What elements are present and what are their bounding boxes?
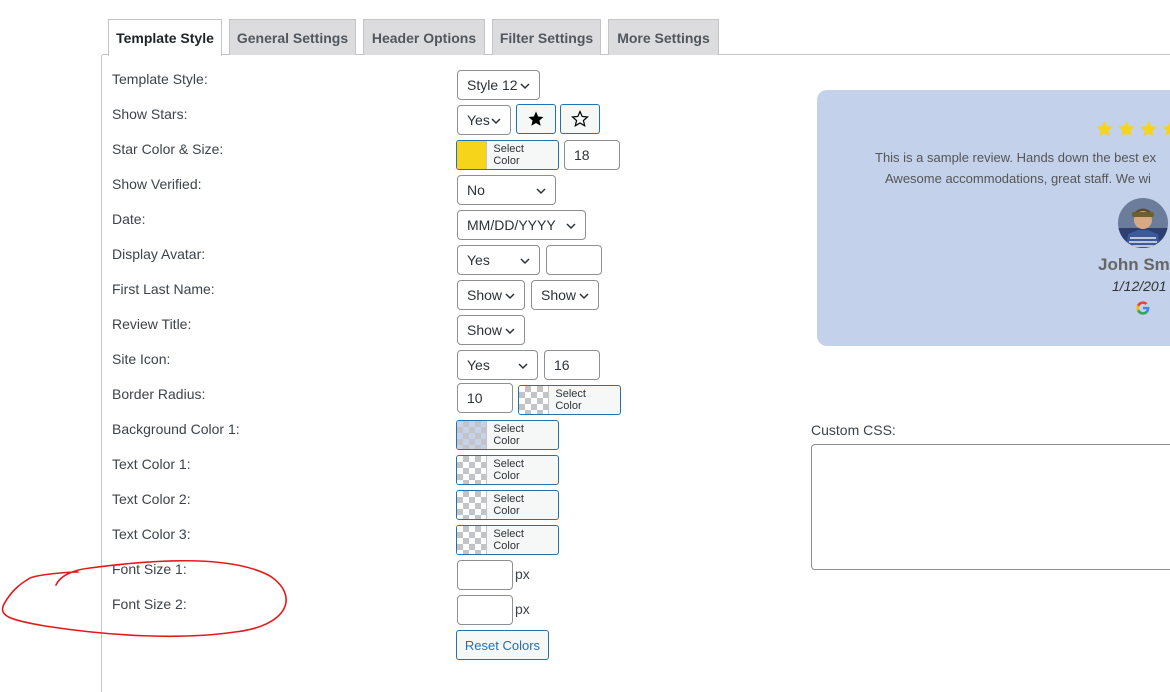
chevron-down-icon	[536, 188, 546, 195]
site-icon-size-input[interactable]: 16	[544, 350, 600, 380]
label-date: Date:	[112, 211, 146, 227]
tab-template-style[interactable]: Template Style	[108, 19, 222, 56]
star-filled-icon	[528, 111, 544, 126]
custom-css-textarea[interactable]	[811, 444, 1170, 570]
star-color-picker[interactable]: Select Color	[456, 140, 559, 170]
chevron-down-icon	[505, 293, 515, 300]
px-unit-label: px	[515, 566, 530, 582]
font-size-1-input[interactable]	[457, 560, 513, 590]
show-verified-value: No	[467, 182, 485, 198]
label-text-color-2: Text Color 2:	[112, 491, 191, 507]
star-icon	[1118, 120, 1135, 137]
label-site-icon: Site Icon:	[112, 351, 171, 367]
select-color-label: Select Color	[493, 458, 524, 482]
star-outline-icon	[571, 110, 589, 127]
review-preview-card: This is a sample review. Hands down the …	[817, 90, 1170, 346]
select-color-label: Select Color	[555, 388, 586, 412]
tab-general-settings[interactable]: General Settings	[229, 19, 356, 55]
template-style-value: Style 12	[467, 77, 518, 93]
review-title-value: Show	[467, 322, 503, 338]
site-icon-select[interactable]: Yes	[457, 350, 538, 380]
label-show-verified: Show Verified:	[112, 176, 202, 192]
preview-review-line-1: This is a sample review. Hands down the …	[875, 150, 1157, 165]
chevron-down-icon	[566, 223, 576, 230]
border-color-swatch	[519, 386, 550, 414]
chevron-down-icon	[491, 118, 501, 125]
tab-more-settings[interactable]: More Settings	[608, 19, 719, 55]
display-avatar-select[interactable]: Yes	[457, 245, 540, 275]
star-color-swatch	[457, 141, 488, 169]
label-first-last-name: First Last Name:	[112, 281, 215, 297]
label-border-radius: Border Radius:	[112, 386, 206, 402]
last-name-value: Show	[541, 287, 577, 303]
date-format-select[interactable]: MM/DD/YYYY	[457, 210, 586, 240]
template-style-select[interactable]: Style 12	[457, 70, 540, 100]
custom-css-label: Custom CSS:	[811, 422, 896, 438]
red-circle-annotation	[1, 559, 287, 638]
star-outline-button[interactable]	[560, 104, 600, 134]
text-color-3-picker[interactable]: Select Color	[456, 525, 559, 555]
text-color-3-swatch	[457, 526, 488, 554]
display-avatar-value: Yes	[467, 252, 490, 268]
chevron-down-icon	[505, 328, 515, 335]
tab-header-options[interactable]: Header Options	[363, 19, 485, 55]
background-color-1-swatch	[457, 421, 488, 449]
first-name-select[interactable]: Show	[457, 280, 525, 310]
show-verified-select[interactable]: No	[457, 175, 556, 205]
chevron-down-icon	[520, 258, 530, 265]
border-radius-input[interactable]: 10	[457, 383, 513, 413]
google-icon	[1136, 301, 1150, 315]
text-color-1-picker[interactable]: Select Color	[456, 455, 559, 485]
avatar-photo-icon	[1118, 198, 1168, 248]
date-format-value: MM/DD/YYYY	[467, 217, 556, 233]
label-star-color-size: Star Color & Size:	[112, 141, 224, 157]
preview-review-text: This is a sample review. Hands down the …	[817, 147, 1170, 189]
avatar	[1118, 198, 1168, 248]
text-color-2-picker[interactable]: Select Color	[456, 490, 559, 520]
site-icon-value: Yes	[467, 357, 490, 373]
select-color-label: Select Color	[493, 528, 524, 552]
text-color-1-swatch	[457, 456, 488, 484]
show-stars-select[interactable]: Yes	[457, 105, 511, 135]
star-size-input[interactable]: 18	[564, 140, 620, 170]
select-color-label: Select Color	[493, 493, 524, 517]
star-icon	[1096, 120, 1113, 137]
star-filled-button[interactable]	[516, 104, 556, 134]
label-display-avatar: Display Avatar:	[112, 246, 206, 262]
px-unit-label: px	[515, 601, 530, 617]
chevron-down-icon	[518, 363, 528, 370]
review-title-select[interactable]: Show	[457, 315, 525, 345]
label-show-stars: Show Stars:	[112, 106, 188, 122]
label-background-color-1: Background Color 1:	[112, 421, 240, 437]
preview-stars	[1094, 119, 1170, 139]
chevron-down-icon	[579, 293, 589, 300]
label-text-color-1: Text Color 1:	[112, 456, 191, 472]
preview-reviewer-name: John Smi	[1098, 255, 1170, 274]
avatar-size-input[interactable]	[546, 245, 602, 275]
star-icon	[1162, 121, 1170, 137]
tab-bar: Template Style General Settings Header O…	[0, 0, 1170, 56]
reset-colors-button[interactable]: Reset Colors	[456, 630, 549, 660]
star-icon	[1140, 120, 1157, 137]
background-color-1-picker[interactable]: Select Color	[456, 420, 559, 450]
font-size-2-input[interactable]	[457, 595, 513, 625]
preview-review-date: 1/12/201	[1112, 278, 1167, 294]
text-color-2-swatch	[457, 491, 488, 519]
label-review-title: Review Title:	[112, 316, 192, 332]
first-name-value: Show	[467, 287, 503, 303]
border-color-picker[interactable]: Select Color	[518, 385, 621, 415]
label-template-style: Template Style:	[112, 71, 208, 87]
tab-filter-settings[interactable]: Filter Settings	[492, 19, 601, 55]
select-color-label: Select Color	[493, 143, 524, 167]
show-stars-value: Yes	[467, 112, 490, 128]
select-color-label: Select Color	[493, 423, 524, 447]
preview-review-line-2: Awesome accommodations, great staff. We …	[885, 171, 1151, 186]
chevron-down-icon	[520, 83, 530, 90]
last-name-select[interactable]: Show	[531, 280, 599, 310]
